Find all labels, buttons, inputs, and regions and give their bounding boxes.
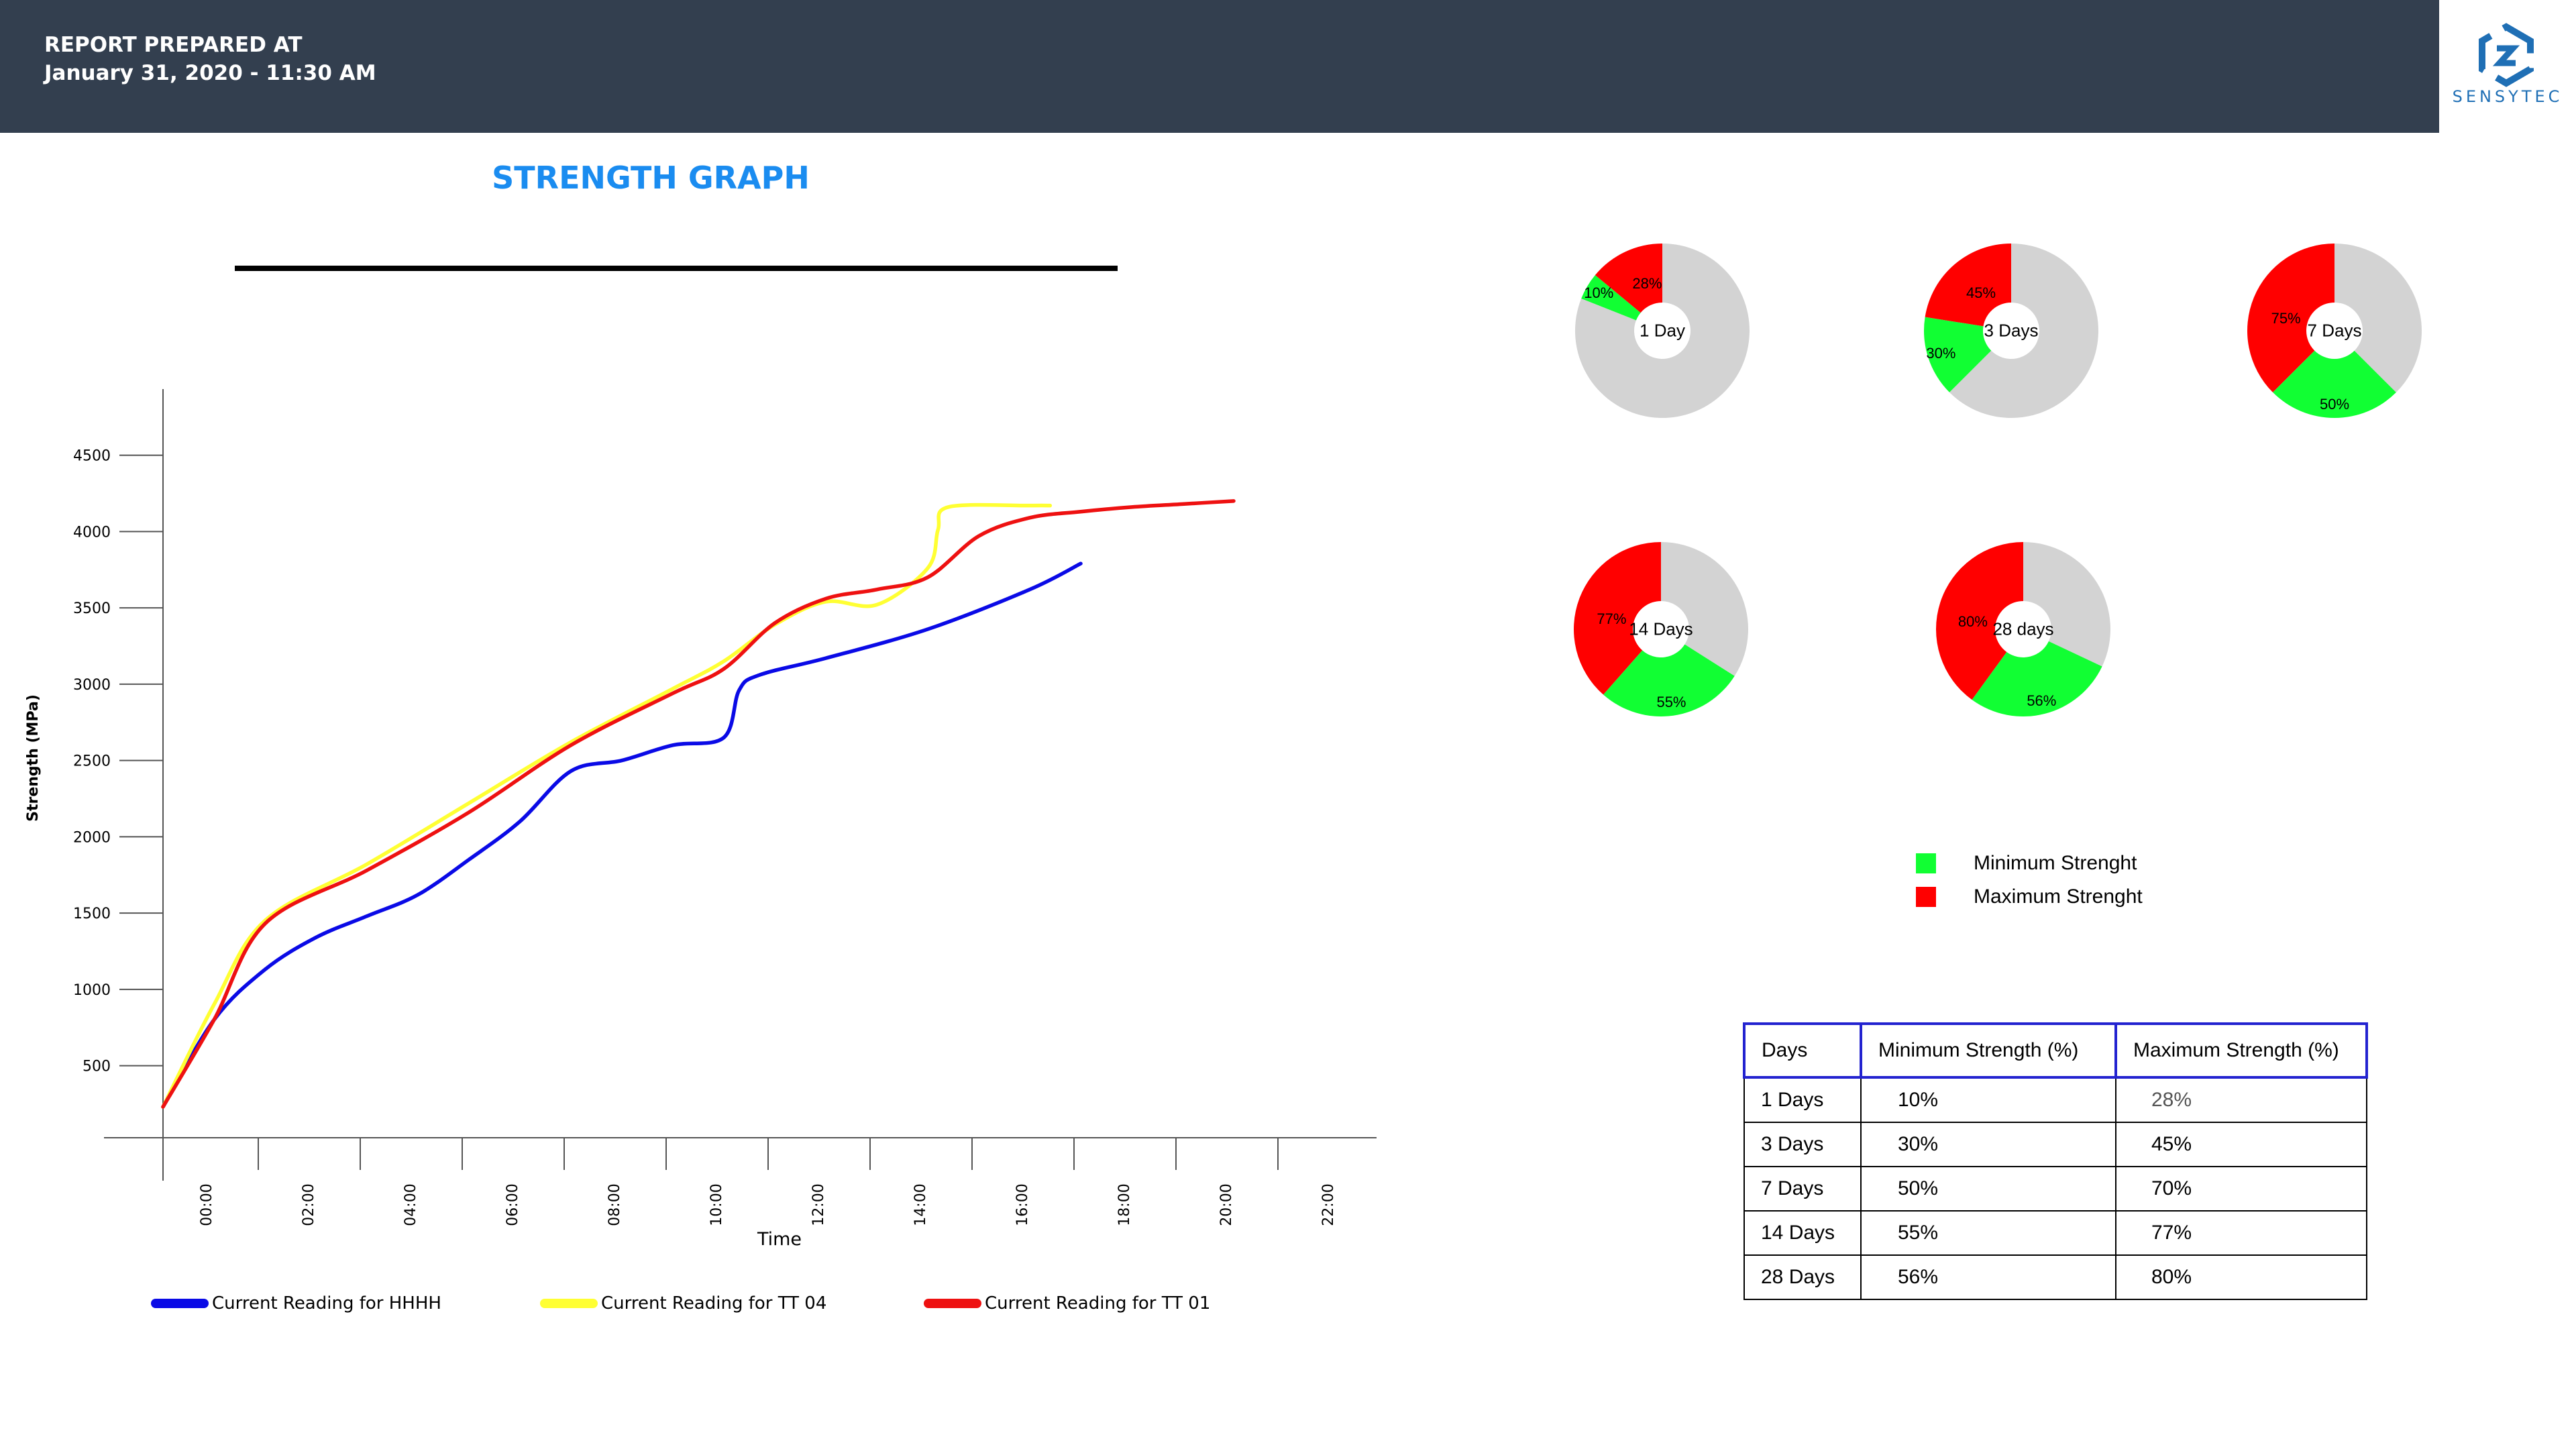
x-tick-label: 16:00	[1014, 1183, 1031, 1226]
table-row: 14 Days 55% 77%	[1743, 1210, 2367, 1256]
header-days: Days	[1743, 1022, 1862, 1079]
cell-max: 77%	[2115, 1210, 2367, 1256]
cell-max: 45%	[2115, 1122, 2367, 1167]
series-line-tt-04	[161, 502, 1053, 1109]
donut-max-pct: 80%	[1957, 613, 1988, 631]
legend-label-tt-04: Current Reading for TT 04	[601, 1293, 826, 1313]
y-tick-label: 4000	[73, 524, 111, 541]
donut-max-pct: 28%	[1632, 274, 1662, 292]
legend-label-tt-01: Current Reading for TT 01	[985, 1293, 1210, 1313]
y-tick-label: 4500	[73, 448, 111, 465]
report-header: REPORT PREPARED AT January 31, 2020 - 11…	[0, 0, 2439, 133]
donut-max-pct: 45%	[1966, 284, 1996, 301]
header-date: January 31, 2020 - 11:30 AM	[44, 61, 376, 85]
donut-min-pct: 30%	[1926, 344, 1956, 362]
x-tick-label: 02:00	[301, 1183, 317, 1226]
donut-rest-slice	[2023, 542, 2110, 667]
logo-wordmark: SENSYTEC	[2452, 87, 2563, 106]
series-line-tt-01	[161, 499, 1236, 1109]
x-tick-label: 04:00	[402, 1183, 419, 1226]
donut-min-pct: 55%	[1656, 693, 1686, 710]
y-tick-label: 3500	[73, 600, 111, 617]
x-tick-label: 14:00	[912, 1183, 929, 1226]
sensytec-logo-icon	[2479, 23, 2534, 87]
cell-min: 50%	[1860, 1166, 2116, 1212]
donut-min-pct: 10%	[1584, 284, 1614, 301]
strength-line-chart: 500 1000 1500 2000 2500 3000 3500 4000 4500 00:00…	[25, 389, 1377, 1313]
cell-days: 28 Days	[1743, 1254, 1862, 1300]
x-tick-label: 00:00	[199, 1183, 215, 1226]
y-tick-label: 2000	[73, 829, 111, 846]
header-min-strength: Minimum Strength (%)	[1860, 1022, 2117, 1079]
cell-days: 7 Days	[1743, 1166, 1862, 1212]
cell-min: 56%	[1860, 1254, 2116, 1300]
table-row: 28 Days 56% 80%	[1743, 1254, 2367, 1300]
donut-min-pct: 56%	[2027, 692, 2057, 709]
donut-center-label: 14 Days	[1629, 619, 1693, 639]
donut-max-pct: 75%	[2271, 309, 2301, 327]
legend-label-max: Maximum Strenght	[1974, 885, 2143, 908]
x-tick-label: 20:00	[1218, 1183, 1235, 1226]
y-tick-label: 500	[83, 1059, 111, 1075]
cell-max: 80%	[2115, 1254, 2367, 1300]
cell-min: 30%	[1860, 1122, 2116, 1167]
cell-days: 3 Days	[1743, 1122, 1862, 1167]
pie-legend-item-min: Minimum Strenght	[1916, 847, 2143, 880]
y-tick-label: 1500	[73, 906, 111, 922]
header-max-strength: Maximum Strength (%)	[2114, 1022, 2368, 1079]
x-tick-label: 12:00	[810, 1183, 827, 1226]
donut-center-label: 7 Days	[2307, 320, 2362, 341]
x-tick-label: 08:00	[606, 1183, 623, 1226]
y-tick-label: 2500	[73, 753, 111, 770]
header-line-1: REPORT PREPARED AT	[44, 33, 303, 57]
series-line-hhhh	[161, 561, 1083, 1109]
table-row: 1 Days 10% 28%	[1743, 1077, 2367, 1123]
legend-swatch-max	[1916, 887, 1936, 907]
cell-min: 10%	[1860, 1077, 2116, 1123]
donut-center-label: 3 Days	[1984, 320, 2039, 341]
y-tick-label: 3000	[73, 677, 111, 694]
legend-swatch-min	[1916, 853, 1936, 873]
donut-max-pct: 77%	[1597, 610, 1627, 627]
strength-table: Days Minimum Strength (%) Maximum Streng…	[1743, 1022, 2368, 1300]
donut-center-label: 1 Day	[1640, 320, 1685, 341]
pie-legend: Minimum Strenght Maximum Strenght	[1916, 847, 2143, 914]
table-header-row: Days Minimum Strength (%) Maximum Streng…	[1743, 1022, 2368, 1079]
table-row: 7 Days 50% 70%	[1743, 1166, 2367, 1212]
cell-days: 14 Days	[1743, 1210, 1862, 1256]
report-prepared-at: REPORT PREPARED AT January 31, 2020 - 11…	[44, 31, 376, 87]
donut-min-pct: 50%	[2319, 396, 2350, 413]
y-tick-label: 1000	[73, 982, 111, 999]
title-divider	[235, 266, 1118, 271]
x-tick-label: 10:00	[708, 1183, 725, 1226]
legend-label-hhhh: Current Reading for HHHH	[212, 1293, 441, 1313]
x-tick-label: 06:00	[504, 1183, 521, 1226]
donut-center-label: 28 days	[1992, 619, 2054, 639]
company-logo: SENSYTEC	[2439, 0, 2576, 134]
graph-title: STRENGTH GRAPH	[492, 160, 810, 196]
cell-min: 55%	[1860, 1210, 2116, 1256]
x-axis-label: Time	[757, 1229, 802, 1250]
y-axis-label: Strength (MPa)	[25, 694, 42, 822]
cell-max: 70%	[2115, 1166, 2367, 1212]
legend-label-min: Minimum Strenght	[1974, 852, 2137, 874]
pie-legend-item-max: Maximum Strenght	[1916, 880, 2143, 914]
cell-max: 28%	[2115, 1077, 2367, 1123]
table-row: 3 Days 30% 45%	[1743, 1122, 2367, 1167]
x-tick-label: 18:00	[1116, 1183, 1133, 1226]
cell-days: 1 Days	[1743, 1077, 1862, 1123]
x-tick-label: 22:00	[1320, 1183, 1337, 1226]
